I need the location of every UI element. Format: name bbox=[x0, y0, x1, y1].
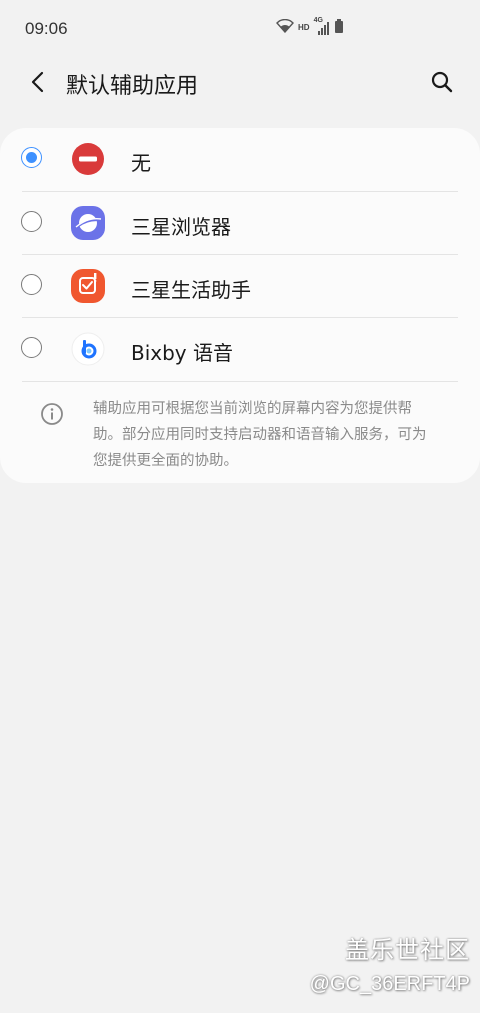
status-indicators: HD 4G bbox=[276, 17, 344, 37]
watermark-user: @GC_36ERFT4P bbox=[309, 973, 470, 995]
search-icon bbox=[431, 71, 453, 93]
bixby-voice-icon bbox=[71, 332, 105, 366]
radio-samsung-internet[interactable] bbox=[21, 211, 42, 232]
watermark-title: 盖乐世社区 bbox=[345, 936, 470, 964]
status-time: 09:06 bbox=[25, 19, 68, 38]
samsung-internet-icon bbox=[71, 206, 105, 240]
back-button[interactable] bbox=[22, 66, 54, 98]
signal-icon: 4G bbox=[314, 17, 330, 36]
option-none[interactable]: 无 bbox=[0, 128, 480, 191]
radio-samsung-life-assistant[interactable] bbox=[21, 274, 42, 295]
option-label: 三星生活助手 bbox=[131, 278, 251, 302]
option-bixby-voice[interactable]: Bixby 语音 bbox=[0, 318, 480, 381]
watermark: 盖乐世社区 @GC_36ERFT4P bbox=[310, 930, 470, 996]
info-description: 辅助应用可根据您当前浏览的屏幕内容为您提供帮助。部分应用同时支持启动器和语音输入… bbox=[93, 401, 427, 469]
radio-none[interactable] bbox=[21, 147, 42, 168]
option-samsung-internet[interactable]: 三星浏览器 bbox=[0, 192, 480, 255]
option-label: 三星浏览器 bbox=[131, 215, 231, 239]
status-bar: 09:06 HD 4G bbox=[0, 0, 480, 58]
none-icon bbox=[71, 142, 105, 176]
search-button[interactable] bbox=[426, 66, 458, 98]
info-icon bbox=[40, 402, 64, 426]
wifi-icon bbox=[276, 18, 294, 37]
battery-icon bbox=[334, 18, 344, 37]
option-label: 无 bbox=[131, 151, 151, 175]
app-bar: 默认辅助应用 bbox=[0, 58, 480, 106]
divider bbox=[22, 381, 458, 382]
hd-label: HD bbox=[298, 23, 310, 32]
option-samsung-life-assistant[interactable]: 三星生活助手 bbox=[0, 255, 480, 318]
samsung-life-assistant-icon bbox=[71, 269, 105, 303]
page-title: 默认辅助应用 bbox=[66, 74, 199, 99]
radio-bixby-voice[interactable] bbox=[21, 337, 42, 358]
options-card: 无 三星浏览器 三星生活助手 Bixby 语音 辅助应用可根据您当前浏览的屏幕内… bbox=[0, 128, 480, 483]
option-label: Bixby 语音 bbox=[131, 341, 234, 365]
back-arrow-icon bbox=[31, 71, 44, 93]
